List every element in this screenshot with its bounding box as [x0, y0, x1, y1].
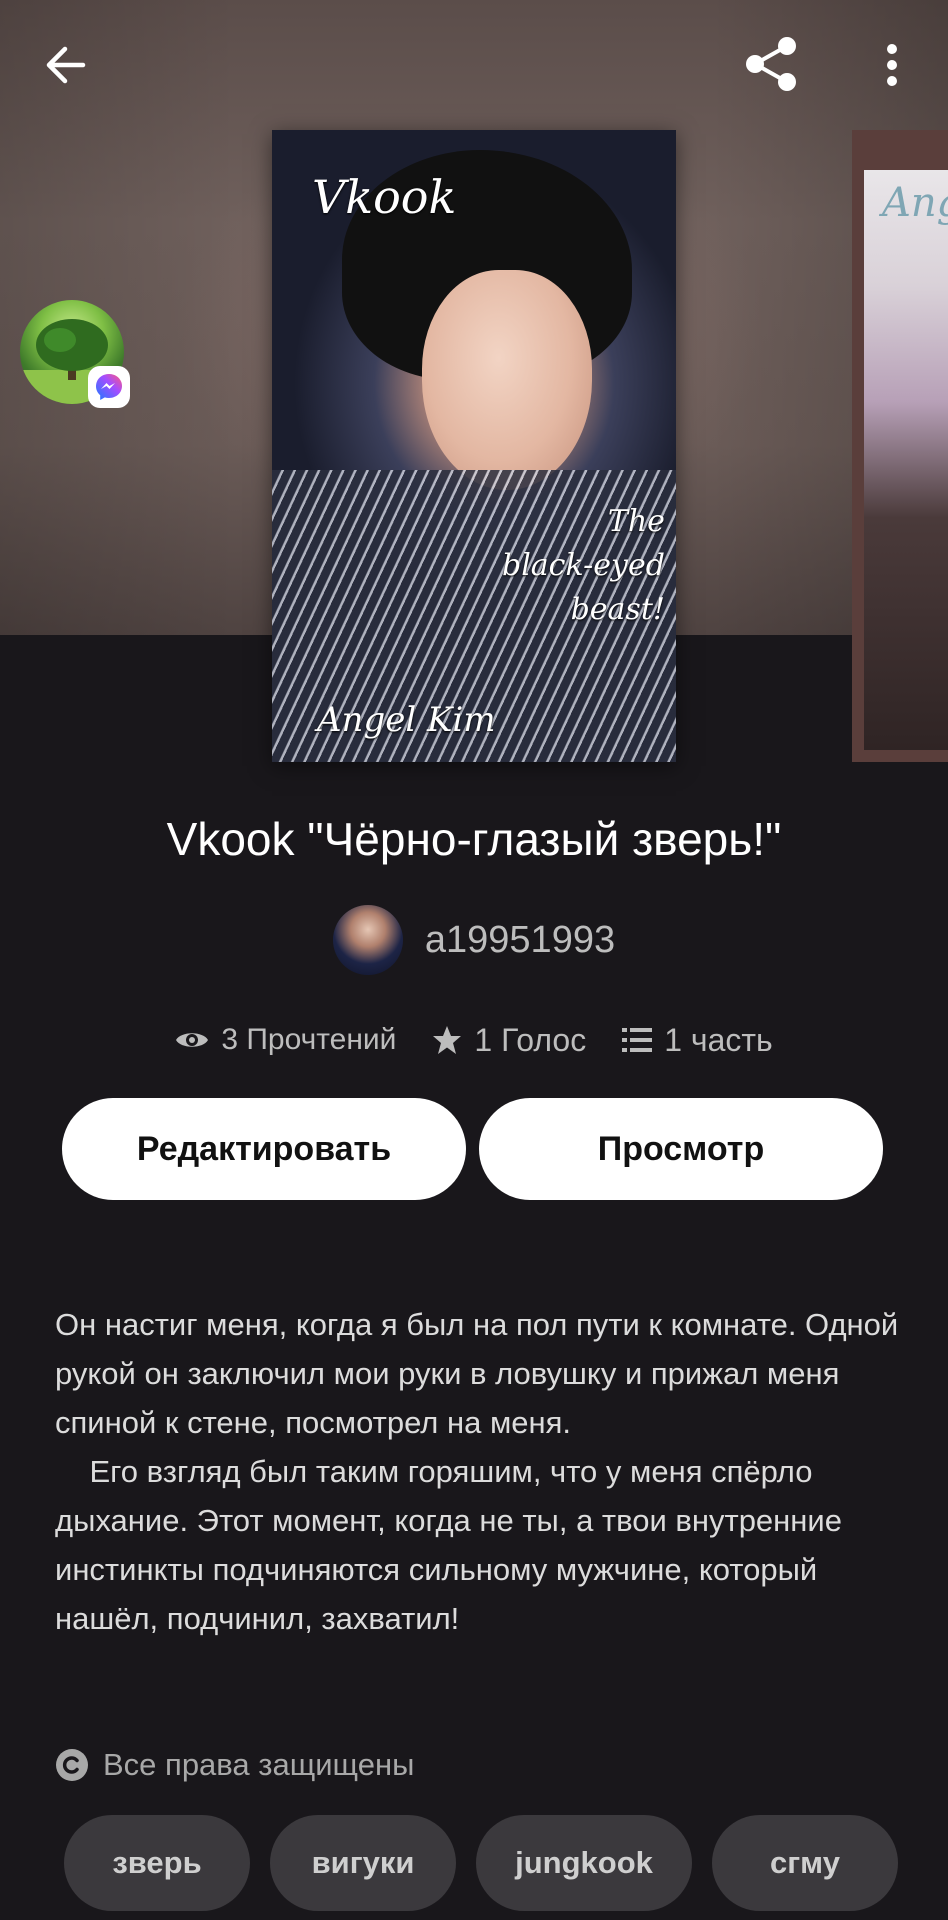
cover-signature: Angel Kim — [317, 700, 496, 740]
next-cover-text: Ange — [882, 180, 948, 226]
parts-stat: 1 часть — [622, 1022, 773, 1059]
author-name[interactable]: a19951993 — [425, 919, 615, 962]
more-vertical-icon — [887, 44, 897, 86]
share-button[interactable] — [735, 28, 807, 100]
next-story-cover[interactable]: Ange — [852, 130, 948, 762]
cover-subtitle: The black-eyed beast! — [502, 504, 665, 627]
messenger-icon — [88, 366, 130, 408]
author-row[interactable]: a19951993 — [0, 905, 948, 975]
tag-chip[interactable]: вигуки — [270, 1815, 456, 1911]
votes-stat: 1 Голос — [432, 1022, 586, 1059]
more-options-button[interactable] — [862, 30, 922, 100]
tag-chip[interactable]: сгму — [712, 1815, 898, 1911]
eye-icon — [176, 1033, 209, 1047]
author-chat-bubble[interactable] — [20, 300, 130, 408]
copyright-row: Все права защищены — [55, 1740, 414, 1790]
view-button[interactable]: Просмотр — [479, 1098, 883, 1200]
list-icon — [622, 1028, 653, 1052]
tag-chip[interactable]: jungkook — [476, 1815, 692, 1911]
back-button[interactable] — [30, 30, 100, 100]
share-icon — [746, 37, 796, 91]
reads-stat: 3 Прочтений — [175, 1023, 396, 1057]
cover-title-text: Vkook — [312, 170, 457, 224]
story-description: Он настиг меня, когда я был на пол пути … — [55, 1307, 899, 1636]
tag-chip[interactable]: зверь — [64, 1815, 250, 1911]
star-icon — [433, 1026, 462, 1054]
tags-list: зверь вигуки jungkook сгму — [64, 1815, 914, 1911]
top-bar — [0, 0, 948, 130]
story-title: Vkook "Чёрно-глазый зверь!" — [166, 813, 782, 865]
author-avatar[interactable] — [332, 905, 403, 975]
arrow-left-icon — [46, 46, 86, 84]
copyright-icon — [56, 1749, 88, 1781]
story-stats: 3 Прочтений 1 Голос 1 часть — [0, 1015, 948, 1065]
edit-button[interactable]: Редактировать — [62, 1098, 466, 1200]
story-cover[interactable]: Vkook The black-eyed beast! Angel Kim — [272, 130, 676, 762]
